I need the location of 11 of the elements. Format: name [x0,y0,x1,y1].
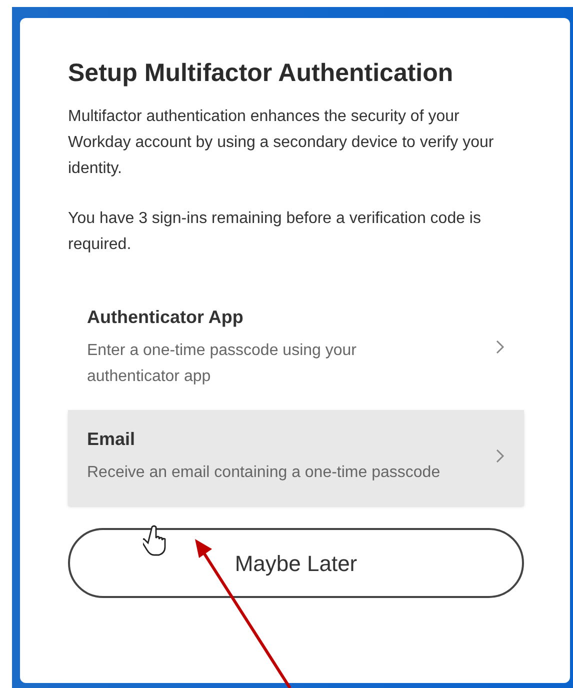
maybe-later-button[interactable]: Maybe Later [68,528,524,598]
chevron-right-icon [495,448,505,464]
option-title: Authenticator App [87,306,244,329]
option-description: Receive an email containing a one-time passcode [87,463,442,483]
option-title: Email [87,428,136,451]
dialog-title: Setup Multifactor Authentication [68,58,454,89]
option-description: Enter a one-time passcode using your authenticator app [87,341,358,387]
description-text: You have 3 sign-ins remaining before a verification code is required. [68,209,482,255]
description-text: Multifactor authentication enhances the security of your Workday account by using a secondary device to verify your identity. [68,107,495,179]
option-item[interactable]: Email Receive an email containing a one-time passcode [68,410,524,506]
chevron-right-icon [495,339,505,355]
